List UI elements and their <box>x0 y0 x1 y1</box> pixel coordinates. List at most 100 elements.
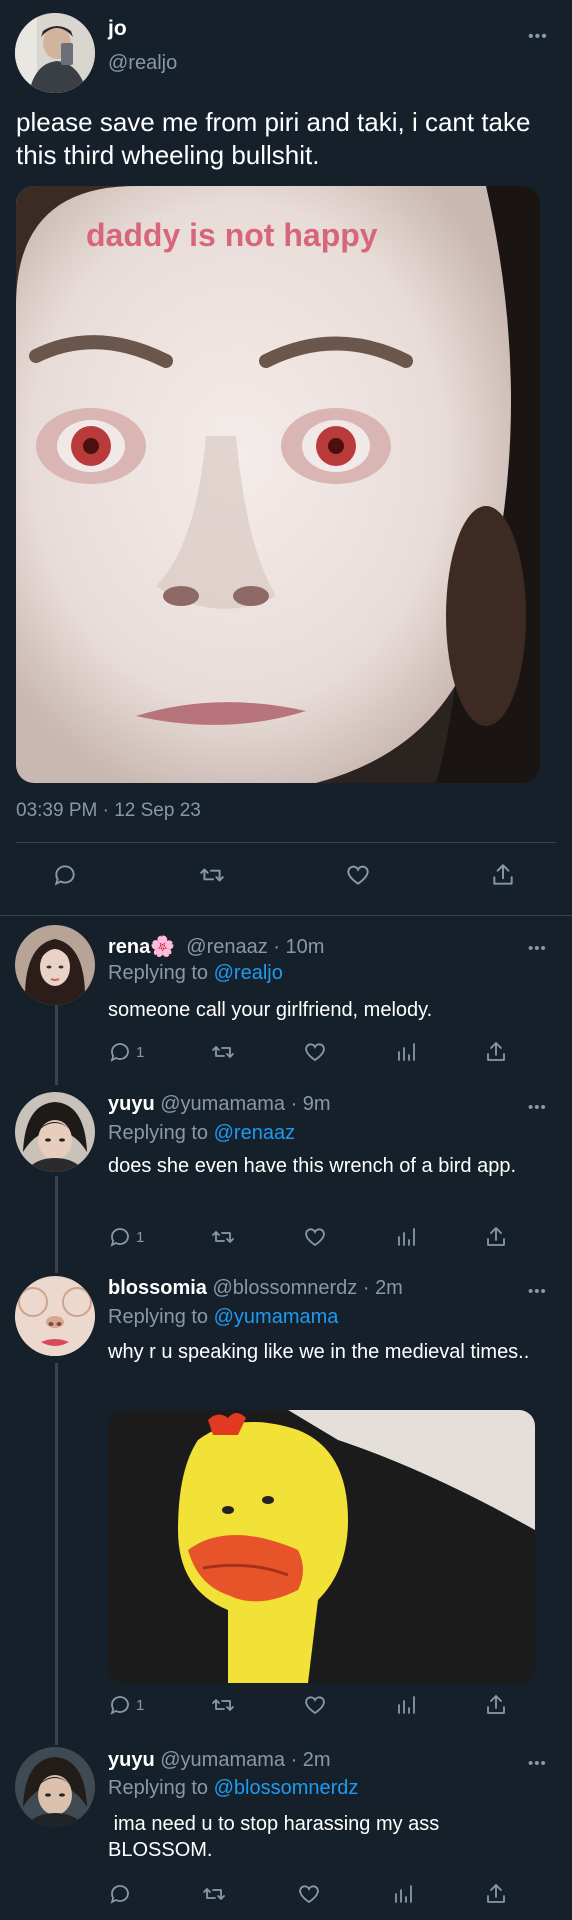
reply-count: 1 <box>136 1228 145 1246</box>
display-name[interactable]: yuyu <box>108 1749 155 1771</box>
like-icon <box>305 1228 325 1247</box>
like-icon <box>347 865 369 885</box>
replying-handle[interactable]: @renaaz <box>214 1122 295 1144</box>
reply-text: does she even have this wrench of a bird… <box>108 1155 517 1177</box>
handle-time[interactable]: @blossomnerdz · 2m <box>212 1277 402 1299</box>
handle-time[interactable]: @yumamama · 2m <box>160 1749 330 1771</box>
avatar[interactable] <box>15 1092 95 1172</box>
like-button[interactable] <box>296 1882 322 1906</box>
share-icon <box>487 1884 505 1903</box>
avatar[interactable] <box>15 925 95 1005</box>
retweet-button[interactable] <box>210 1040 236 1064</box>
like-button[interactable] <box>302 1040 328 1064</box>
replying-to: Replying to @renaaz <box>108 1122 295 1145</box>
like-icon <box>305 1043 325 1062</box>
reply-button[interactable]: 1 <box>108 1225 144 1249</box>
share-button[interactable] <box>490 862 516 888</box>
replying-to: Replying to @blossomnerdz <box>108 1777 358 1800</box>
like-icon <box>305 1696 325 1715</box>
more-options-icon[interactable]: ••• <box>528 1283 547 1300</box>
reply-header: blossomia @blossomnerdz · 2m <box>108 1277 403 1300</box>
reply-icon <box>110 1043 129 1062</box>
divider <box>0 915 572 916</box>
share-icon <box>487 1695 505 1714</box>
reply-icon <box>54 865 75 886</box>
replying-label: Replying to <box>108 1777 209 1799</box>
retweet-icon <box>212 1046 235 1058</box>
reply-count: 1 <box>136 1043 145 1061</box>
replying-handle[interactable]: @yumamama <box>214 1306 339 1328</box>
thread-line <box>55 1176 58 1273</box>
retweet-button[interactable] <box>201 1882 227 1906</box>
analytics-icon <box>398 1228 415 1246</box>
retweet-button[interactable] <box>198 862 226 888</box>
reply-media[interactable] <box>108 1410 535 1683</box>
more-options-icon[interactable]: ••• <box>528 28 548 46</box>
reply-icon <box>110 1885 129 1904</box>
reply-icon <box>110 1696 129 1715</box>
analytics-icon <box>398 1043 415 1061</box>
share-button[interactable] <box>484 1040 508 1064</box>
replying-label: Replying to <box>108 962 209 984</box>
display-name[interactable]: blossomia <box>108 1277 207 1299</box>
reply-text: ima need u to stop harassing my ass BLOS… <box>108 1813 445 1861</box>
tweet-media[interactable]: daddy is not happy <box>16 186 540 783</box>
handle-time[interactable]: @yumamama · 9m <box>160 1093 330 1115</box>
reply-button[interactable] <box>108 1882 132 1906</box>
handle-time[interactable]: @renaaz · 10m <box>186 936 324 958</box>
analytics-button[interactable] <box>391 1882 415 1906</box>
thread-line <box>55 1363 58 1745</box>
reply-icon <box>110 1228 129 1247</box>
share-button[interactable] <box>484 1693 508 1717</box>
replying-label: Replying to <box>108 1122 209 1144</box>
more-options-icon[interactable]: ••• <box>528 1099 547 1116</box>
replying-label: Replying to <box>108 1306 209 1328</box>
retweet-button[interactable] <box>210 1225 236 1249</box>
share-icon <box>487 1227 505 1246</box>
like-button[interactable] <box>302 1693 328 1717</box>
reply-text: someone call your girlfriend, melody. <box>108 999 433 1021</box>
share-button[interactable] <box>484 1225 508 1249</box>
like-button[interactable] <box>344 862 372 888</box>
retweet-icon <box>212 1231 235 1243</box>
reply-text: why r u speaking like we in the medieval… <box>108 1341 530 1363</box>
display-name[interactable]: yuyu <box>108 1093 155 1115</box>
more-options-icon[interactable]: ••• <box>528 1755 547 1772</box>
avatar[interactable] <box>15 1276 95 1356</box>
replying-handle[interactable]: @blossomnerdz <box>214 1777 359 1799</box>
replying-to: Replying to @yumamama <box>108 1306 338 1329</box>
more-options-icon[interactable]: ••• <box>528 940 547 957</box>
divider <box>16 842 556 843</box>
analytics-button[interactable] <box>394 1693 418 1717</box>
reply-header: yuyu @yumamama · 2m <box>108 1749 331 1772</box>
thread-line <box>55 1005 58 1085</box>
retweet-icon <box>212 1699 235 1711</box>
display-name[interactable]: rena🌸 <box>108 936 175 958</box>
analytics-button[interactable] <box>394 1225 418 1249</box>
reply-button[interactable] <box>52 862 78 888</box>
like-button[interactable] <box>302 1225 328 1249</box>
retweet-button[interactable] <box>210 1693 236 1717</box>
reply-actions: 1 <box>108 1040 508 1064</box>
media-caption: daddy is not happy <box>86 217 378 253</box>
tweet-text: please save me from piri and taki, i can… <box>16 107 531 170</box>
replying-to: Replying to @realjo <box>108 962 283 985</box>
replying-handle[interactable]: @realjo <box>214 962 283 984</box>
avatar[interactable] <box>15 13 95 93</box>
retweet-icon <box>203 1888 225 1900</box>
retweet-icon <box>200 868 224 882</box>
share-icon <box>493 864 513 885</box>
share-button[interactable] <box>484 1882 508 1906</box>
reply-actions <box>108 1882 508 1906</box>
display-name[interactable]: jo <box>108 17 127 41</box>
reply-button[interactable]: 1 <box>108 1693 144 1717</box>
tweet-timestamp: 03:39 PM · 12 Sep 23 <box>16 800 201 821</box>
reply-button[interactable]: 1 <box>108 1040 144 1064</box>
handle[interactable]: @realjo <box>108 52 177 75</box>
reply-header: rena🌸 @renaaz · 10m <box>108 934 324 959</box>
like-icon <box>299 1885 319 1904</box>
avatar[interactable] <box>15 1747 95 1827</box>
reply-count: 1 <box>136 1696 145 1714</box>
analytics-button[interactable] <box>394 1040 418 1064</box>
analytics-icon <box>395 1885 412 1903</box>
